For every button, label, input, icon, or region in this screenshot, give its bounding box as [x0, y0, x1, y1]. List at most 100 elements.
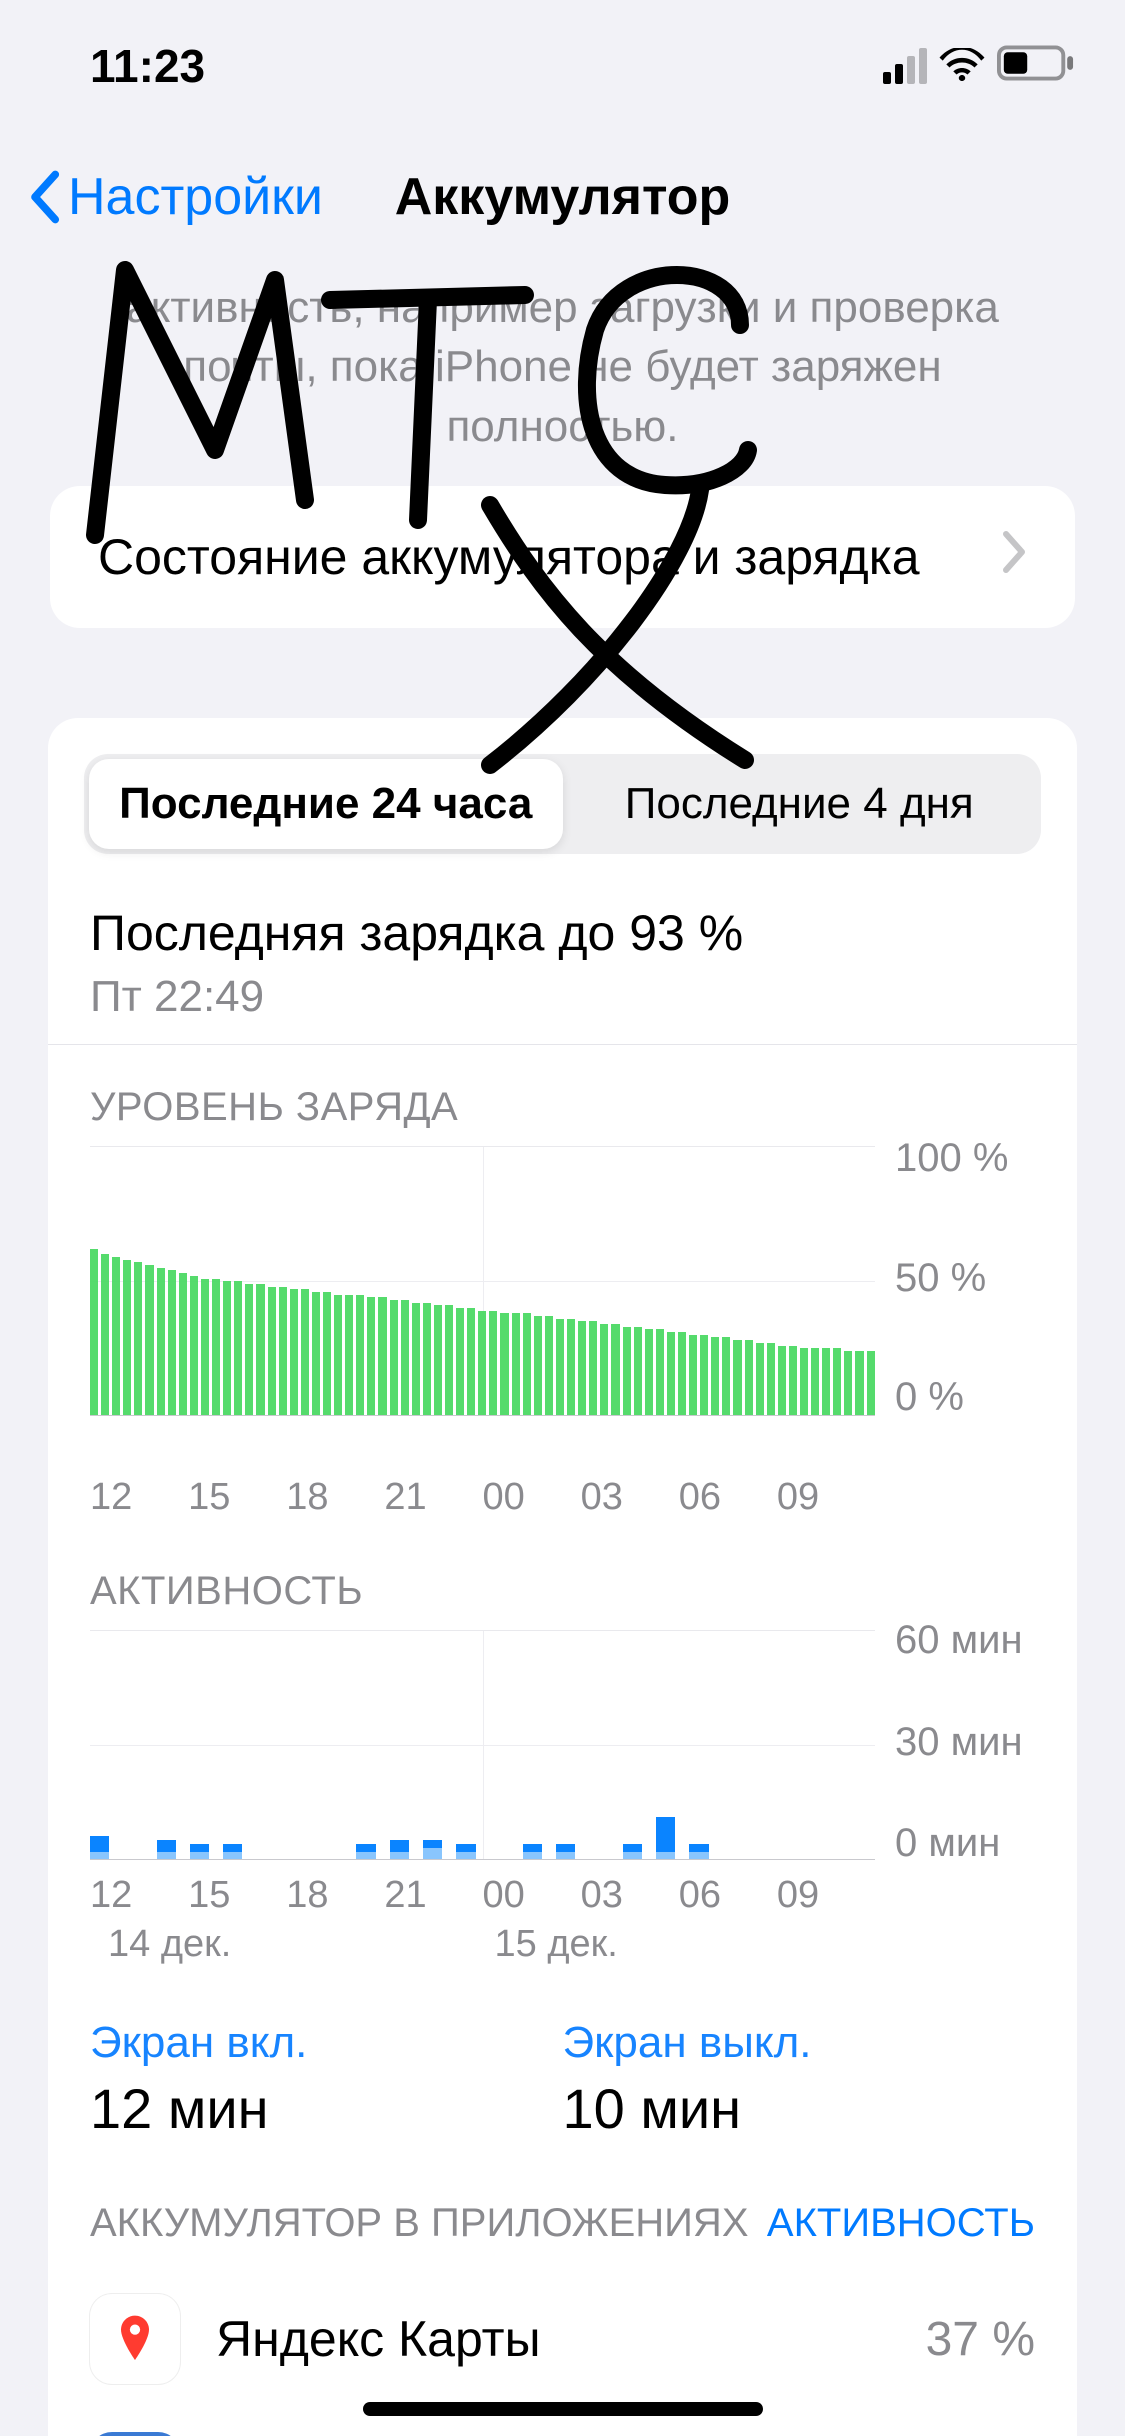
screen-off-stat[interactable]: Экран выкл. 10 мин — [563, 2018, 1036, 2141]
app-row-yandex-maps[interactable]: Яндекс Карты 37 % — [48, 2270, 1077, 2408]
app-icon-weather — [90, 2432, 180, 2436]
battery-health-row[interactable]: Состояние аккумулятора и зарядка — [50, 486, 1075, 628]
chart-bar — [844, 1351, 852, 1415]
chart-bar — [168, 1270, 176, 1415]
chart-bar — [334, 1295, 342, 1416]
chart-bar — [789, 1346, 797, 1416]
chart-bar — [90, 1249, 98, 1415]
chart-bar — [323, 1292, 331, 1415]
time-range-segmented: Последние 24 часа Последние 4 дня — [84, 754, 1041, 854]
tab-last-24h[interactable]: Последние 24 часа — [89, 759, 563, 849]
chart-bar — [623, 1631, 642, 1859]
chart-bar — [157, 1631, 176, 1859]
y-tick: 30 мин — [895, 1720, 1035, 1765]
chart-bar — [723, 1631, 742, 1859]
chart-bar — [190, 1276, 198, 1415]
home-indicator[interactable] — [363, 2402, 763, 2416]
chart-bar — [179, 1273, 187, 1415]
chart-bar — [556, 1631, 575, 1859]
chart-bar — [745, 1340, 753, 1415]
chart-bar — [490, 1631, 509, 1859]
screen-on-stat[interactable]: Экран вкл. 12 мин — [90, 2018, 563, 2141]
chart-bar — [856, 1631, 875, 1859]
battery-icon — [997, 39, 1075, 93]
y-tick: 60 мин — [895, 1618, 1035, 1663]
chart-bar — [356, 1631, 375, 1859]
apps-usage-title: АККУМУЛЯТОР В ПРИЛОЖЕНИЯХ — [90, 2201, 749, 2246]
status-time: 11:23 — [90, 39, 205, 93]
chart-bar — [833, 1348, 841, 1415]
chart-bar — [500, 1313, 508, 1415]
activity-chart: АКТИВНОСТЬ 60 мин 30 мин 0 мин 12 15 18 … — [48, 1519, 1077, 1966]
x-tick: 09 — [777, 1476, 875, 1519]
chart-bar — [534, 1316, 542, 1415]
x-tick: 18 — [286, 1476, 384, 1519]
back-button[interactable]: Настройки — [26, 167, 323, 227]
chart-bar — [700, 1335, 708, 1415]
chart-bar — [145, 1265, 153, 1415]
y-tick: 100 % — [895, 1136, 1035, 1181]
cellular-signal-icon — [883, 48, 927, 84]
chart-bar — [567, 1319, 575, 1415]
x-tick: 09 — [777, 1874, 875, 1917]
chart-date-right: 15 дек. — [489, 1923, 876, 1966]
chart-bar — [112, 1257, 120, 1415]
y-tick: 50 % — [895, 1256, 1035, 1301]
back-label: Настройки — [68, 167, 323, 227]
chart-bar — [456, 1308, 464, 1415]
chart-title-level: УРОВЕНЬ ЗАРЯДА — [90, 1085, 1035, 1130]
chart-bar — [123, 1260, 131, 1415]
chart-bar — [467, 1308, 475, 1415]
apps-activity-link[interactable]: АКТИВНОСТЬ — [767, 2201, 1035, 2246]
app-percent: 37 % — [926, 2312, 1035, 2367]
page-title: Аккумулятор — [395, 167, 731, 227]
chart-bar — [656, 1631, 675, 1859]
chart-bar — [800, 1348, 808, 1415]
chart-bar — [733, 1340, 741, 1415]
status-bar: 11:23 — [0, 0, 1125, 132]
chart-bar — [756, 1631, 775, 1859]
chart-bar — [268, 1287, 276, 1416]
chart-bar — [623, 1327, 631, 1415]
chart-bar — [390, 1300, 398, 1415]
chart-bar — [789, 1631, 808, 1859]
chart-bar — [678, 1332, 686, 1415]
chart-bar — [390, 1631, 409, 1859]
chart-bar — [611, 1324, 619, 1415]
app-name: Яндекс Карты — [216, 2310, 890, 2368]
chart-bar — [645, 1329, 653, 1415]
tab-last-4d[interactable]: Последние 4 дня — [563, 759, 1037, 849]
chart-bar — [589, 1631, 608, 1859]
app-icon-yandex-maps — [90, 2294, 180, 2384]
chart-bar — [123, 1631, 142, 1859]
chart-bar — [600, 1324, 608, 1415]
y-tick: 0 % — [895, 1375, 1035, 1420]
chart-bar — [823, 1631, 842, 1859]
banner-description: активность, например загрузки и проверка… — [0, 262, 1125, 486]
usage-panel: Последние 24 часа Последние 4 дня Послед… — [48, 718, 1077, 2436]
chart-bar — [556, 1319, 564, 1415]
chart-bar — [201, 1279, 209, 1416]
chart-bar — [445, 1305, 453, 1415]
x-tick: 03 — [581, 1476, 679, 1519]
chart-bar — [489, 1311, 497, 1416]
chart-bar — [634, 1327, 642, 1415]
chart-bar — [423, 1631, 442, 1859]
x-tick: 21 — [384, 1874, 482, 1917]
chart-bar — [345, 1295, 353, 1416]
chart-bar — [279, 1287, 287, 1416]
x-tick: 12 — [90, 1476, 188, 1519]
chart-bar — [212, 1279, 220, 1416]
chart-bar — [578, 1321, 586, 1415]
chart-bar — [378, 1297, 386, 1415]
chart-bar — [90, 1631, 109, 1859]
last-charge-time: Пт 22:49 — [90, 972, 1035, 1022]
x-tick: 21 — [384, 1476, 482, 1519]
chart-bar — [523, 1313, 531, 1415]
chart-bar — [589, 1321, 597, 1415]
nav-header: Настройки Аккумулятор — [0, 132, 1125, 262]
chart-bar — [256, 1284, 264, 1415]
chart-bar — [711, 1337, 719, 1415]
battery-health-card: Состояние аккумулятора и зарядка — [50, 486, 1075, 628]
x-tick: 15 — [188, 1874, 286, 1917]
